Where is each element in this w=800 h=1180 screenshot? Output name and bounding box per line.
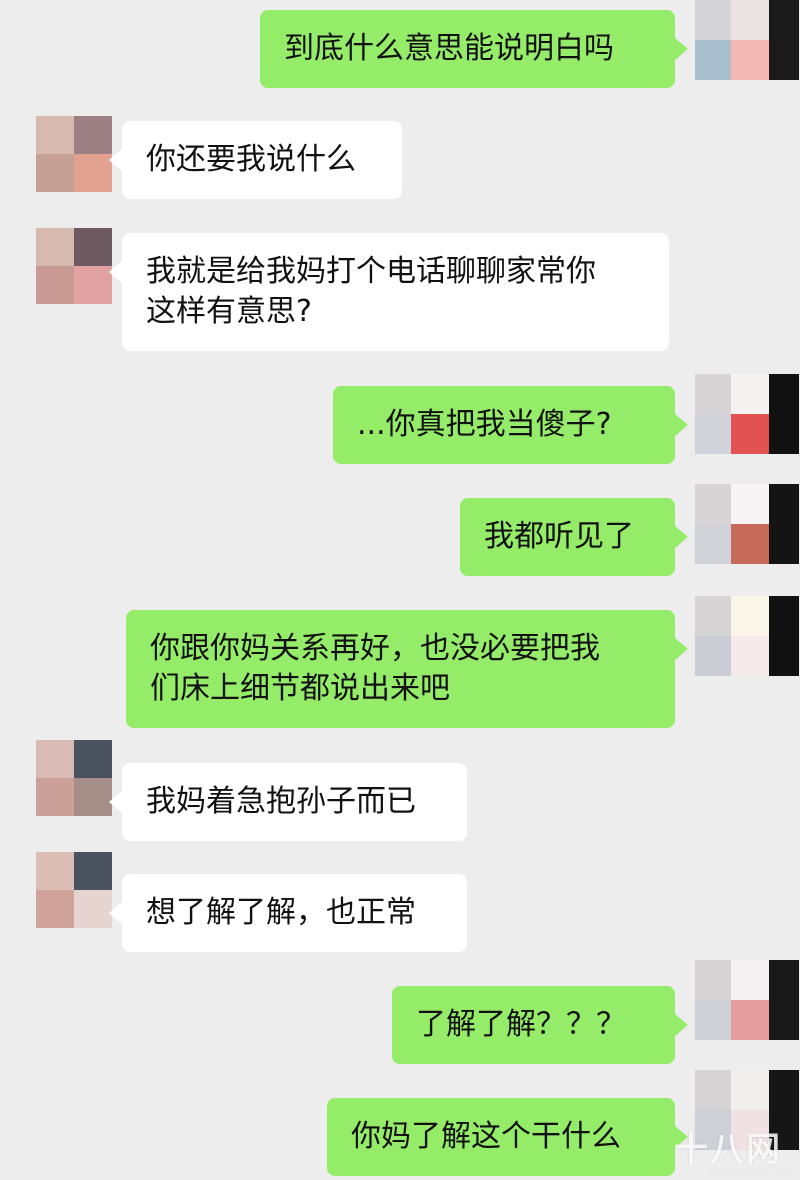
message-text: 你妈了解这个干什么 — [351, 1119, 621, 1154]
received-message-bubble[interactable]: 你还要我说什么 — [122, 121, 402, 199]
bubble-tail — [675, 526, 688, 548]
contact-avatar[interactable] — [36, 228, 112, 304]
bubble-tail — [109, 902, 122, 924]
watermark-sub: shiBawang.com — [708, 1164, 795, 1177]
sent-message-bubble[interactable]: 到底什么意思能说明白吗 — [260, 10, 675, 88]
message-text: 你跟你妈关系再好，也没必要把我 们床上细节都说出来吧 — [150, 631, 600, 706]
message-text: 到底什么意思能说明白吗 — [284, 31, 614, 66]
self-avatar[interactable] — [695, 374, 800, 454]
received-message-bubble[interactable]: 想了解了解，也正常 — [122, 874, 467, 952]
received-message-bubble[interactable]: 我就是给我妈打个电话聊聊家常你 这样有意思? — [122, 233, 669, 351]
message-text: 我妈着急抱孙子而已 — [146, 784, 416, 819]
message-text: 你还要我说什么 — [146, 142, 356, 177]
message-text: ...你真把我当傻子? — [357, 407, 612, 442]
message-text: 我都听见了 — [484, 519, 634, 554]
bubble-tail — [675, 638, 688, 660]
sent-message-bubble[interactable]: 你跟你妈关系再好，也没必要把我 们床上细节都说出来吧 — [126, 610, 675, 728]
bubble-tail — [675, 1014, 688, 1036]
message-text: 想了解了解，也正常 — [146, 895, 416, 930]
contact-avatar[interactable] — [36, 116, 112, 192]
self-avatar[interactable] — [695, 0, 800, 80]
message-text: 我就是给我妈打个电话聊聊家常你 这样有意思? — [146, 254, 596, 329]
sent-message-bubble[interactable]: 你妈了解这个干什么 — [327, 1098, 675, 1176]
contact-avatar[interactable] — [36, 852, 112, 928]
watermark: 十八网 shiBawang.com — [664, 1118, 800, 1180]
sent-message-bubble[interactable]: ...你真把我当傻子? — [333, 386, 675, 464]
bubble-tail — [109, 149, 122, 171]
bubble-tail — [109, 791, 122, 813]
self-avatar[interactable] — [695, 484, 800, 564]
received-message-bubble[interactable]: 我妈着急抱孙子而已 — [122, 763, 467, 841]
self-avatar[interactable] — [695, 596, 800, 676]
self-avatar[interactable] — [695, 960, 800, 1040]
sent-message-bubble[interactable]: 了解了解？？？ — [392, 986, 675, 1064]
bubble-tail — [675, 414, 688, 436]
contact-avatar[interactable] — [36, 740, 112, 816]
sent-message-bubble[interactable]: 我都听见了 — [460, 498, 675, 576]
message-text: 了解了解？？？ — [416, 1007, 626, 1042]
bubble-tail — [675, 38, 688, 60]
bubble-tail — [109, 261, 122, 283]
